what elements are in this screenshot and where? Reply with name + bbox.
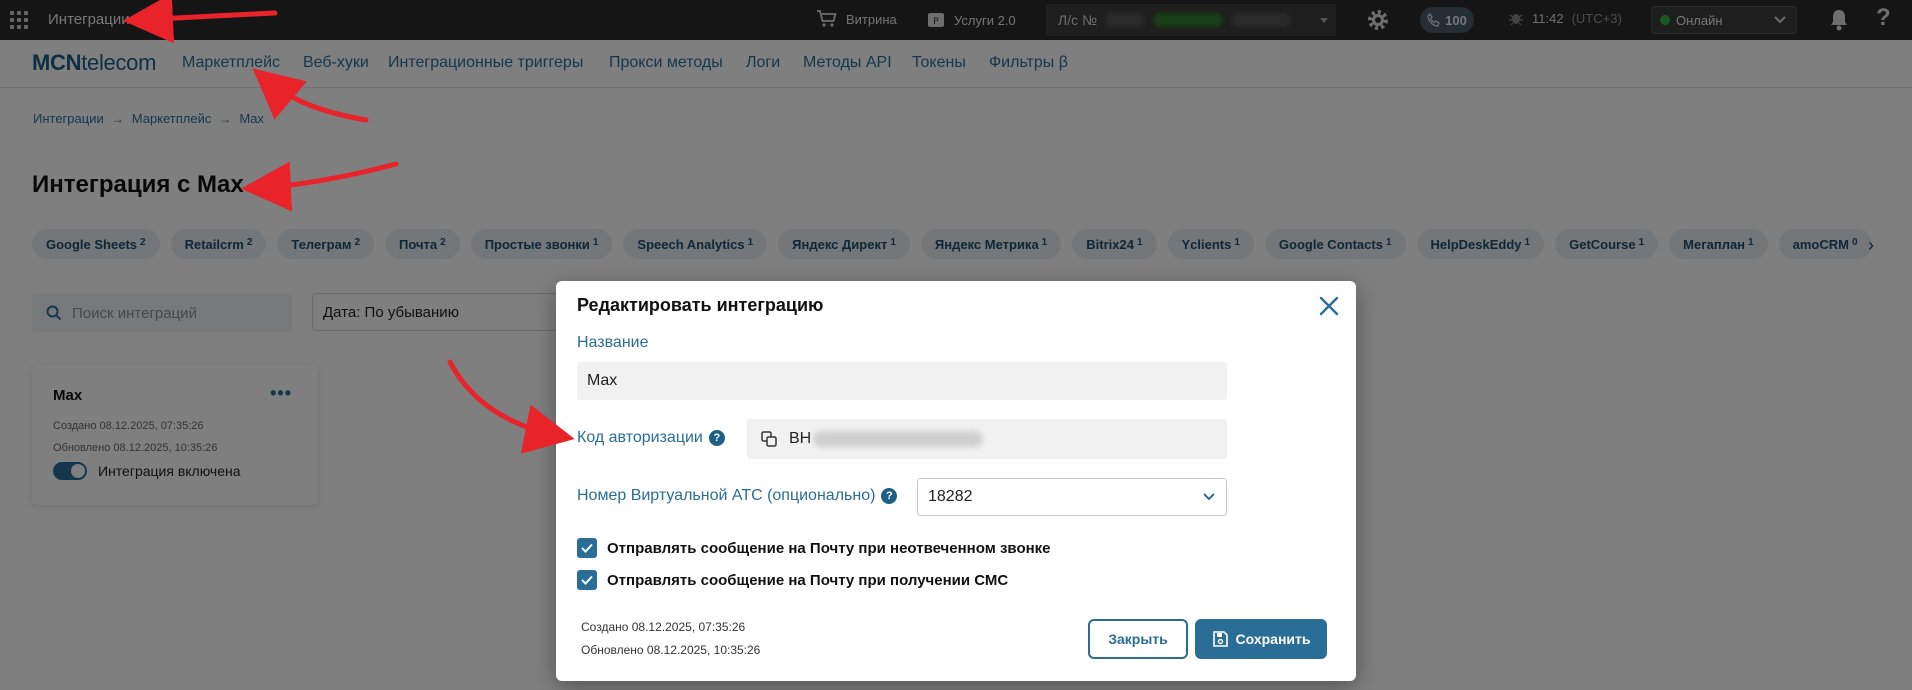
checkbox-sms[interactable]: Отправлять сообщение на Почту при получе… [577,570,1008,590]
close-icon[interactable] [1316,293,1342,319]
modal-created: Создано 08.12.2025, 07:35:26 [581,620,746,634]
edit-integration-modal: Редактировать интеграцию Название Max Ко… [556,281,1356,681]
auth-code-field[interactable]: BH [747,419,1227,459]
auth-code-masked [813,431,984,447]
ats-label: Номер Виртуальной АТС (опционально) ? [577,487,898,505]
name-value: Max [587,372,618,389]
ats-value: 18282 [928,488,973,505]
checkbox-missed-call[interactable]: Отправлять сообщение на Почту при неотве… [577,538,1051,558]
help-tooltip-icon[interactable]: ? [881,488,898,504]
ats-number-select[interactable]: 18282 [917,478,1227,516]
modal-title: Редактировать интеграцию [577,295,824,315]
save-button-label: Сохранить [1235,631,1311,647]
checkbox-checked-icon[interactable] [577,538,597,558]
name-label-text: Название [577,334,649,351]
close-button-label: Закрыть [1108,631,1168,647]
close-button[interactable]: Закрыть [1088,619,1188,659]
floppy-disk-icon [1212,631,1228,647]
checkbox-missed-label: Отправлять сообщение на Почту при неотве… [607,539,1051,557]
checkbox-checked-icon[interactable] [577,570,597,590]
save-button[interactable]: Сохранить [1195,619,1327,659]
copy-icon[interactable] [761,431,777,447]
auth-code-label: Код авторизации ? [577,429,725,447]
name-label: Название [577,334,649,352]
auth-code-label-text: Код авторизации [577,429,703,446]
ats-label-text: Номер Виртуальной АТС (опционально) [577,487,876,504]
modal-updated: Обновлено 08.12.2025, 10:35:26 [581,643,761,657]
checkbox-sms-label: Отправлять сообщение на Почту при получе… [607,571,1009,589]
help-tooltip-icon[interactable]: ? [708,430,725,446]
auth-code-visible: BH [789,430,812,447]
chevron-down-icon [1203,493,1215,501]
name-field[interactable]: Max [577,362,1227,400]
